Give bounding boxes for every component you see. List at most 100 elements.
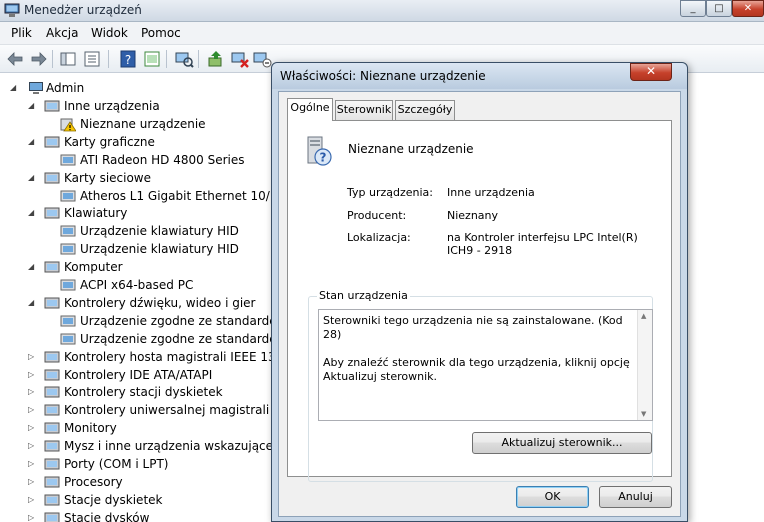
tree-item-label: Kontrolery uniwersalnej magistrali szere xyxy=(64,403,280,418)
menu-view[interactable]: Widok xyxy=(91,26,128,40)
dialog-close-button[interactable]: ✕ xyxy=(630,63,672,81)
device-category-icon xyxy=(44,494,60,506)
tree-item-label: Kontrolery hosta magistrali IEEE 1394 xyxy=(64,349,280,364)
status-line: Aby znaleźć sterownik dla tego urządzeni… xyxy=(323,356,630,383)
collapse-arrow-icon[interactable]: ◢ xyxy=(28,261,37,273)
device-status-group: Stan urządzenia Sterowniki tego urządzen… xyxy=(308,289,653,482)
expand-arrow-icon[interactable]: ▷ xyxy=(28,458,37,470)
dialog-title: Właściwości: Nieznane urządzenie xyxy=(280,69,486,83)
tab-details[interactable]: Szczegóły xyxy=(395,100,455,120)
maximize-button[interactable]: □ xyxy=(706,0,732,17)
device-category-icon xyxy=(44,172,60,184)
back-arrow-icon[interactable] xyxy=(6,49,26,69)
scan-hardware-icon[interactable] xyxy=(174,49,194,69)
minimize-button[interactable]: _ xyxy=(680,0,706,17)
device-name: Nieznane urządzenie xyxy=(348,142,474,156)
tree-item-label: Karty sieciowe xyxy=(64,170,152,185)
tree-item-label: Karty graficzne xyxy=(64,134,155,149)
console-tree-icon[interactable] xyxy=(58,49,78,69)
device-category-icon xyxy=(60,315,76,327)
device-category-icon xyxy=(60,190,76,201)
disable-device-icon[interactable] xyxy=(252,49,272,69)
window-pane-icon[interactable] xyxy=(142,49,162,69)
forward-arrow-icon[interactable] xyxy=(28,49,48,69)
device-category-icon xyxy=(44,476,60,488)
device-status-legend: Stan urządzenia xyxy=(317,289,410,302)
device-status-text: Sterowniki tego urządzenia nie są zainst… xyxy=(323,314,635,398)
properties-dialog: Właściwości: Nieznane urządzenie ✕ Ogóln… xyxy=(271,62,688,522)
tree-item-label: ACPI x64-based PC xyxy=(80,278,194,292)
window-title: Menedżer urządzeń xyxy=(24,3,142,17)
device-category-icon xyxy=(44,351,60,363)
tree-item-label: Urządzenie zgodne ze standardem H xyxy=(80,331,280,346)
device-category-icon xyxy=(60,154,76,166)
svg-text:?: ? xyxy=(125,53,131,67)
location-label: Lokalizacja: xyxy=(347,231,411,244)
status-scrollbar[interactable]: ▲ ▼ xyxy=(637,310,652,420)
toolbar-separator xyxy=(108,50,109,68)
device-category-icon xyxy=(60,279,76,291)
collapse-arrow-icon[interactable]: ◢ xyxy=(10,82,19,94)
tree-item-label: Komputer xyxy=(64,260,123,275)
collapse-arrow-icon[interactable]: ◢ xyxy=(28,297,37,309)
tree-item-label: Kontrolery dźwięku, wideo i gier xyxy=(64,295,256,310)
menu-help[interactable]: Pomoc xyxy=(141,26,181,40)
device-tree: ◢ Admin ◢ Inne urządzenia Nieznane urządze… xyxy=(0,74,280,522)
toolbar-separator xyxy=(166,50,167,68)
dialog-titlebar: Właściwości: Nieznane urządzenie ✕ xyxy=(272,63,687,89)
device-type-label: Typ urządzenia: xyxy=(347,186,434,199)
collapse-arrow-icon[interactable]: ◢ xyxy=(28,136,37,148)
tree-root-label: Admin xyxy=(46,81,85,95)
help-icon[interactable]: ? xyxy=(118,49,138,69)
menu-action[interactable]: Akcja xyxy=(46,26,78,40)
cancel-button[interactable]: Anuluj xyxy=(599,486,672,508)
expand-arrow-icon[interactable]: ▷ xyxy=(28,494,37,506)
tree-item-label: Urządzenie zgodne ze standardem H xyxy=(80,313,280,328)
scroll-up-icon[interactable]: ▲ xyxy=(641,312,646,320)
menu-file[interactable]: Plik xyxy=(11,26,32,40)
location-value: na Kontroler interfejsu LPC Intel(R) ICH… xyxy=(447,231,638,257)
expand-arrow-icon[interactable]: ▷ xyxy=(28,369,37,381)
collapse-arrow-icon[interactable]: ◢ xyxy=(28,100,37,112)
tree-item-label: Nieznane urządzenie xyxy=(80,116,206,131)
device-category-icon xyxy=(44,404,60,416)
device-category-icon xyxy=(44,458,60,470)
ok-button[interactable]: OK xyxy=(516,486,589,508)
device-category-icon xyxy=(60,333,76,345)
unknown-device-icon: ? xyxy=(307,136,332,166)
toolbar-separator xyxy=(198,50,199,68)
tree-item-label: Kontrolery stacji dyskietek xyxy=(64,385,223,400)
device-category-icon xyxy=(44,261,60,273)
properties-list-icon[interactable] xyxy=(82,49,102,69)
collapse-arrow-icon[interactable]: ◢ xyxy=(28,207,37,219)
close-button[interactable]: ✕ xyxy=(732,0,764,17)
update-driver-icon[interactable] xyxy=(206,49,226,69)
expand-arrow-icon[interactable]: ▷ xyxy=(28,404,37,416)
toolbar-separator xyxy=(52,50,53,68)
update-driver-button[interactable]: Aktualizuj sterownik... xyxy=(472,432,652,454)
tab-driver[interactable]: Sterownik xyxy=(335,100,393,120)
device-category-icon xyxy=(60,243,76,255)
collapse-arrow-icon[interactable]: ◢ xyxy=(28,172,37,184)
device-category-icon xyxy=(44,422,60,434)
expand-arrow-icon[interactable]: ▷ xyxy=(28,386,37,398)
tree-item-label: ATI Radeon HD 4800 Series xyxy=(80,152,245,167)
general-tab-panel: ? Nieznane urządzenie Typ urządzenia: In… xyxy=(287,120,672,482)
dialog-body: Ogólne Sterownik Szczegóły ? Nieznane ur… xyxy=(278,91,681,517)
device-category-icon xyxy=(44,297,60,309)
uninstall-device-icon[interactable] xyxy=(230,49,250,69)
tab-general[interactable]: Ogólne xyxy=(287,98,333,121)
scroll-down-icon[interactable]: ▼ xyxy=(641,410,646,418)
tree-item-label: Atheros L1 Gigabit Ethernet 10/100/ xyxy=(80,188,280,203)
tree-item-label: Monitory xyxy=(64,421,117,436)
expand-arrow-icon[interactable]: ▷ xyxy=(28,512,37,522)
device-type-value: Inne urządzenia xyxy=(447,186,535,199)
expand-arrow-icon[interactable]: ▷ xyxy=(28,476,37,488)
expand-arrow-icon[interactable]: ▷ xyxy=(28,422,37,434)
device-status-textbox[interactable]: Sterowniki tego urządzenia nie są zainst… xyxy=(318,309,653,421)
tree-item-label: Stacje dysków xyxy=(64,510,150,522)
expand-arrow-icon[interactable]: ▷ xyxy=(28,440,37,452)
expand-arrow-icon[interactable]: ▷ xyxy=(28,351,37,363)
tree-item-label: Klawiatury xyxy=(64,206,128,221)
tree-item-label: Procesory xyxy=(64,474,123,489)
